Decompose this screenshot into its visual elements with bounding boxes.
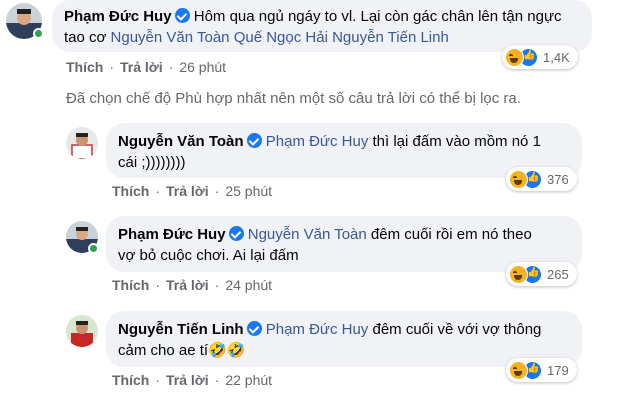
mention-link[interactable]: Nguyễn Văn Toàn: [111, 29, 230, 46]
separator: ·: [109, 59, 115, 75]
comment-author[interactable]: Nguyễn Tiến Linh: [118, 321, 244, 338]
comment-actions: Thích · Trả lời · 26 phút: [66, 59, 226, 75]
reaction-summary[interactable]: 265: [506, 262, 577, 286]
reaction-count: 1,4K: [543, 49, 570, 65]
comment-timestamp[interactable]: 26 phút: [179, 59, 226, 75]
online-status-dot: [88, 243, 99, 254]
like-button[interactable]: Thích: [66, 59, 103, 75]
haha-icon: [505, 47, 524, 67]
separator: ·: [155, 372, 161, 388]
comment-timestamp[interactable]: 25 phút: [225, 183, 272, 199]
reaction-summary[interactable]: 1,4K: [502, 45, 578, 69]
comment-text: cái ;)))))))): [118, 154, 186, 171]
comment-author[interactable]: Phạm Đức Huy: [118, 226, 226, 243]
verified-icon: [246, 321, 262, 336]
filter-notice: Đã chọn chế độ Phù hợp nhất nên một số c…: [66, 90, 521, 107]
rofl-emoji: 🤣🤣: [208, 342, 246, 359]
reply-button[interactable]: Trả lời: [166, 277, 209, 293]
separator: ·: [214, 277, 220, 293]
reaction-summary[interactable]: 179: [506, 358, 577, 382]
avatar-nguyen-tien-linh[interactable]: [66, 315, 98, 347]
separator: ·: [214, 183, 220, 199]
comment-text: đêm cuối về với vợ thông: [372, 321, 542, 338]
reaction-count: 179: [547, 362, 569, 378]
mention-link[interactable]: Phạm Đức Huy: [266, 321, 369, 338]
separator: ·: [214, 372, 220, 388]
mention-link[interactable]: Nguyễn Văn Toàn: [248, 226, 367, 243]
comment-timestamp[interactable]: 24 phút: [225, 277, 272, 293]
comment-actions: Thích · Trả lời · 24 phút: [112, 277, 272, 293]
reaction-count: 376: [547, 171, 569, 187]
comment-text: thì lại đấm vào mồm nó 1: [372, 133, 541, 150]
comment-author[interactable]: Nguyễn Văn Toàn: [118, 133, 244, 150]
comment-actions: Thích · Trả lời · 22 phút: [112, 372, 272, 388]
verified-icon: [228, 226, 244, 241]
haha-icon: [509, 169, 528, 189]
mention-link[interactable]: Phạm Đức Huy: [266, 133, 369, 150]
reaction-summary[interactable]: 376: [506, 167, 577, 191]
separator: ·: [168, 59, 174, 75]
online-status-dot: [33, 28, 44, 39]
verified-icon: [246, 133, 262, 148]
like-button[interactable]: Thích: [112, 277, 149, 293]
like-button[interactable]: Thích: [112, 372, 149, 388]
reply-button[interactable]: Trả lời: [166, 183, 209, 199]
separator: ·: [155, 183, 161, 199]
mention-link[interactable]: Quế Ngọc Hải: [234, 29, 328, 46]
comment-text: đêm cuối rồi em nó theo: [370, 226, 532, 243]
avatar-nguyen-van-toan[interactable]: [66, 127, 98, 159]
comment-timestamp[interactable]: 22 phút: [225, 372, 272, 388]
reply-button[interactable]: Trả lời: [166, 372, 209, 388]
haha-icon: [509, 264, 528, 284]
reply-button[interactable]: Trả lời: [120, 59, 163, 75]
avatar-image: [66, 315, 98, 347]
separator: ·: [155, 277, 161, 293]
comment-actions: Thích · Trả lời · 25 phút: [112, 183, 272, 199]
mention-link[interactable]: Nguyễn Tiến Linh: [332, 29, 449, 46]
haha-icon: [509, 360, 528, 380]
comment-text: vợ bỏ cuộc chơi. Ai lại đấm: [118, 247, 299, 264]
reply-bubble: Nguyễn Tiến Linh Phạm Đức Huy đêm cuối v…: [106, 311, 582, 367]
like-button[interactable]: Thích: [112, 183, 149, 199]
comment-text: cảm cho ae tí: [118, 342, 209, 359]
reaction-count: 265: [547, 266, 569, 282]
comment-author[interactable]: Phạm Đức Huy: [64, 8, 172, 25]
avatar-image: [66, 127, 98, 159]
verified-icon: [174, 8, 190, 23]
